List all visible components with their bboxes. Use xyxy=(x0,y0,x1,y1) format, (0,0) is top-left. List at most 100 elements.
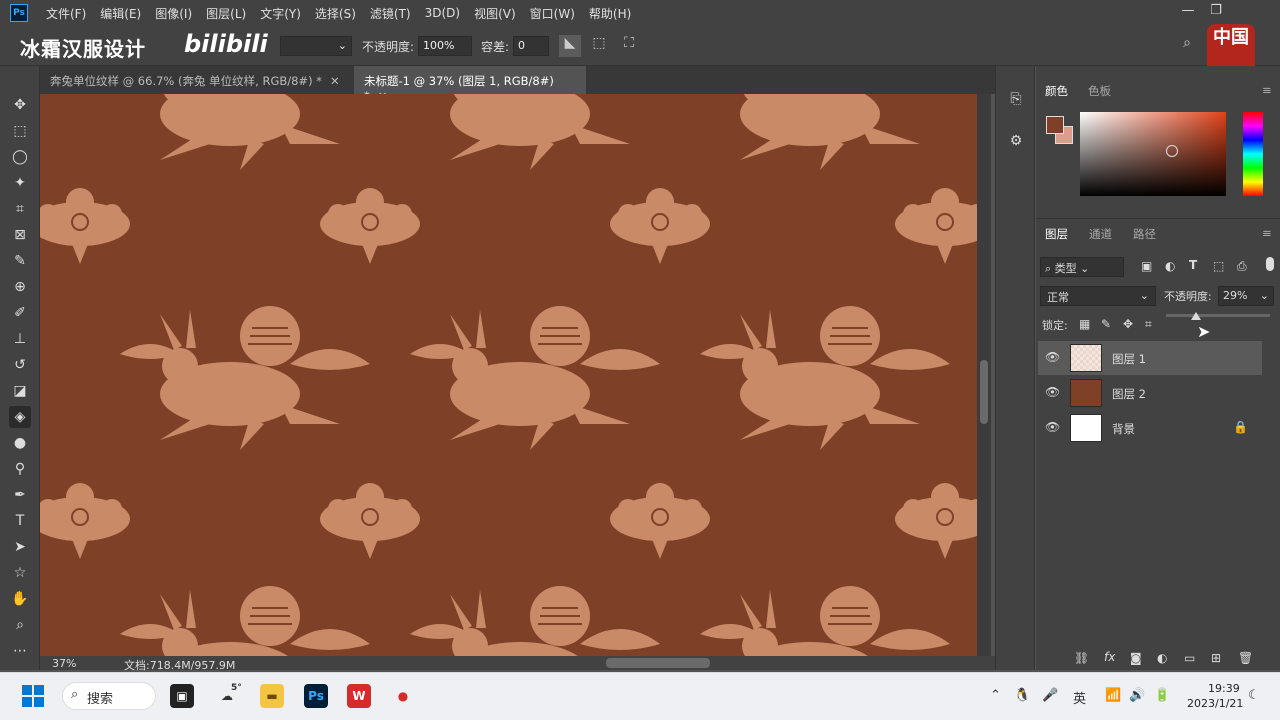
wps-icon[interactable]: W xyxy=(347,684,371,708)
hand-tool-icon[interactable]: ✋ xyxy=(9,588,31,610)
opacity-slider-handle[interactable] xyxy=(1191,312,1202,320)
blur-tool-icon[interactable]: ● xyxy=(9,432,31,454)
lock-transparent-icon[interactable]: ▦ xyxy=(1079,317,1090,331)
recorder-icon[interactable]: ● xyxy=(391,684,415,708)
color-picker-field[interactable] xyxy=(1080,112,1226,196)
filter-toggle[interactable] xyxy=(1266,257,1274,271)
weather-icon[interactable]: ☁ 5° xyxy=(215,683,242,708)
tolerance-field[interactable]: 0 xyxy=(513,36,549,56)
pixel-filter-icon[interactable]: ▣ xyxy=(1141,259,1152,273)
magic-wand-icon[interactable]: ✦ xyxy=(9,172,31,194)
eyedropper-icon[interactable]: ✎ xyxy=(9,250,31,272)
color-picker-cursor[interactable] xyxy=(1166,145,1178,157)
layer-filter-dropdown[interactable]: ⌕ 类型 ⌄ xyxy=(1040,257,1124,277)
battery-icon[interactable]: 🔋 xyxy=(1154,688,1170,703)
opacity-slider-track[interactable] xyxy=(1166,314,1270,317)
menu-3d[interactable]: 3D(D) xyxy=(425,6,460,20)
layer-row-background[interactable]: 👁 背景 🔒 xyxy=(1038,411,1262,445)
clock-date[interactable]: 2023/1/21 xyxy=(1187,697,1243,710)
panel-menu-icon[interactable]: ≡ xyxy=(1262,83,1272,97)
type-tool-icon[interactable]: T xyxy=(9,510,31,532)
contiguous-icon[interactable]: ⬚ xyxy=(588,35,610,57)
menu-image[interactable]: 图像(I) xyxy=(155,5,192,22)
move-tool-icon[interactable]: ✥ xyxy=(9,94,31,116)
fx-icon[interactable]: fx xyxy=(1104,650,1115,664)
properties-panel-icon[interactable]: ⚙ xyxy=(1005,130,1027,152)
restore-button[interactable]: ❐ xyxy=(1206,3,1226,21)
trash-icon[interactable]: 🗑 xyxy=(1238,651,1253,665)
opacity-field[interactable]: 100% xyxy=(418,36,472,56)
all-layers-icon[interactable]: ⛶ xyxy=(618,35,640,57)
qq-icon[interactable]: 🐧 xyxy=(1014,688,1030,703)
clock-time[interactable]: 19:39 xyxy=(1208,682,1240,695)
menu-view[interactable]: 视图(V) xyxy=(474,5,516,22)
windows-start-icon[interactable] xyxy=(22,685,44,707)
mode-dropdown[interactable]: ⌄ xyxy=(280,36,352,56)
zoom-level[interactable]: 37% xyxy=(52,657,76,670)
layer-opacity-field[interactable]: 29% ⌄ xyxy=(1218,286,1274,306)
lock-image-icon[interactable]: ✎ xyxy=(1101,317,1111,331)
microphone-icon[interactable]: 🎤 xyxy=(1042,688,1058,703)
eye-icon[interactable]: 👁 xyxy=(1045,385,1060,399)
ime-indicator[interactable]: 英 xyxy=(1073,688,1086,707)
tab-layers[interactable]: 图层 xyxy=(1045,226,1068,242)
pen-tool-icon[interactable]: ✒ xyxy=(9,484,31,506)
eye-icon[interactable]: 👁 xyxy=(1045,350,1060,364)
crop-tool-icon[interactable]: ⌗ xyxy=(9,198,31,220)
healing-brush-icon[interactable]: ⊕ xyxy=(9,276,31,298)
volume-icon[interactable]: 🔊 xyxy=(1129,688,1145,703)
type-filter-icon[interactable]: T xyxy=(1189,258,1197,272)
paint-bucket-icon[interactable]: ◈ xyxy=(9,406,31,428)
tab-paths[interactable]: 路径 xyxy=(1133,226,1156,242)
minimize-button[interactable]: — xyxy=(1178,3,1198,21)
more-tools-icon[interactable]: ⋯ xyxy=(9,640,31,662)
menu-window[interactable]: 窗口(W) xyxy=(530,5,575,22)
layer-row-1[interactable]: 👁 图层 1 xyxy=(1038,341,1262,375)
document-canvas[interactable] xyxy=(40,94,977,656)
tab-untitled-1[interactable]: 未标题-1 @ 37% (图层 1, RGB/8#) *✕ xyxy=(354,66,586,103)
menu-type[interactable]: 文字(Y) xyxy=(260,5,301,22)
history-brush-icon[interactable]: ↺ xyxy=(9,354,31,376)
menu-edit[interactable]: 编辑(E) xyxy=(100,5,141,22)
taskbar-search[interactable]: ⌕ 搜索 xyxy=(62,682,156,710)
shape-filter-icon[interactable]: ⬚ xyxy=(1213,259,1224,273)
do-not-disturb-icon[interactable]: ☾ xyxy=(1248,688,1260,703)
panel-menu-icon[interactable]: ≡ xyxy=(1262,226,1272,240)
photoshop-taskbar-icon[interactable]: Ps xyxy=(304,684,328,708)
group-folder-icon[interactable]: ▭ xyxy=(1184,651,1195,665)
lock-position-icon[interactable]: ✥ xyxy=(1123,317,1133,331)
chevron-up-icon[interactable]: ⌃ xyxy=(990,688,1001,703)
blend-mode-dropdown[interactable]: 正常 ⌄ xyxy=(1040,286,1156,306)
smart-object-filter-icon[interactable]: ⎙ xyxy=(1237,259,1247,274)
menu-layer[interactable]: 图层(L) xyxy=(206,5,246,22)
file-explorer-icon[interactable]: ▬ xyxy=(260,684,284,708)
tab-rabbit-unit-pattern[interactable]: 奔兔单位纹样 @ 66.7% (奔兔 单位纹样, RGB/8#) * ✕ xyxy=(40,66,354,94)
layer-row-2[interactable]: 👁 图层 2 xyxy=(1038,376,1262,410)
adjustment-filter-icon[interactable]: ◐ xyxy=(1165,259,1175,273)
zoom-tool-icon[interactable]: ⌕ xyxy=(9,614,31,636)
foreground-color-swatch[interactable] xyxy=(1046,116,1064,134)
marquee-tool-icon[interactable]: ⬚ xyxy=(9,120,31,142)
frame-tool-icon[interactable]: ⊠ xyxy=(9,224,31,246)
eraser-tool-icon[interactable]: ◪ xyxy=(9,380,31,402)
shape-tool-icon[interactable]: ☆ xyxy=(9,562,31,584)
menu-help[interactable]: 帮助(H) xyxy=(589,5,631,22)
tab-color[interactable]: 颜色 xyxy=(1045,83,1068,99)
layer-mask-icon[interactable]: ◙ xyxy=(1130,651,1142,665)
new-layer-icon[interactable]: ⊞ xyxy=(1211,651,1221,665)
tab-channels[interactable]: 通道 xyxy=(1089,226,1112,242)
search-icon[interactable]: ⌕ xyxy=(1176,35,1198,57)
eye-icon[interactable]: 👁 xyxy=(1045,420,1060,434)
tab-swatches[interactable]: 色板 xyxy=(1088,83,1111,99)
close-icon[interactable]: ✕ xyxy=(330,74,340,88)
horizontal-scroll-thumb[interactable] xyxy=(606,658,710,668)
brush-tool-icon[interactable]: ✐ xyxy=(9,302,31,324)
menu-select[interactable]: 选择(S) xyxy=(315,5,356,22)
task-view-icon[interactable]: ▣ xyxy=(170,684,194,708)
dodge-tool-icon[interactable]: ⚲ xyxy=(9,458,31,480)
history-panel-icon[interactable]: ⎘ xyxy=(1005,88,1027,110)
adjustment-layer-icon[interactable]: ◐ xyxy=(1157,651,1167,665)
clone-stamp-icon[interactable]: ⊥ xyxy=(9,328,31,350)
path-selection-icon[interactable]: ➤ xyxy=(9,536,31,558)
menu-filter[interactable]: 滤镜(T) xyxy=(370,5,411,22)
